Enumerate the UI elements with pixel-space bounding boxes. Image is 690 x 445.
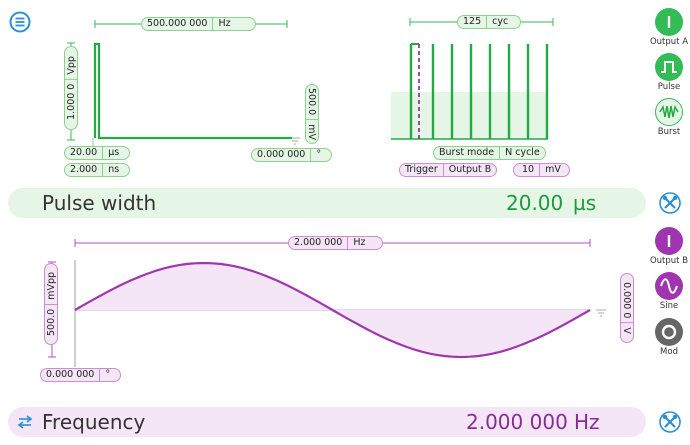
frequency-bar-value[interactable]: 2.000 000	[466, 410, 568, 434]
mod-button[interactable]	[655, 318, 683, 346]
sine-amplitude-field[interactable]: 500.0 mVpp	[44, 263, 58, 345]
sine-offset-unit: V	[621, 327, 633, 334]
sine-wave-label: Sine	[659, 301, 679, 311]
sine-amplitude-value: 500.0	[45, 308, 57, 337]
sine-offset-value: 0.000 0	[621, 282, 633, 319]
frequency-bar-unit: Hz	[574, 410, 600, 434]
sine-amplitude-unit: mVpp	[45, 271, 57, 300]
sine-offset-field[interactable]: 0.000 0 V	[620, 273, 634, 343]
tools-icon	[659, 411, 681, 433]
sine-wave-icon	[660, 278, 678, 294]
sine-phase-field[interactable]: 0.000 000 °	[40, 368, 122, 382]
output-b-toggle[interactable]	[655, 227, 683, 255]
mod-label: Mod	[660, 347, 678, 357]
frequency-bar[interactable]: Frequency 2.000 000 Hz	[8, 407, 646, 437]
output-b-label: Output B	[649, 256, 689, 266]
mod-icon	[661, 324, 677, 340]
sine-phase-unit: °	[105, 369, 111, 380]
frequency-unit: Hz	[353, 237, 366, 248]
sine-phase-value: 0.000 000	[46, 369, 95, 380]
frequency-value: 2.000 000	[294, 237, 343, 248]
power-icon	[667, 235, 671, 247]
settings-button-b[interactable]	[659, 411, 681, 433]
frequency-label: Frequency	[42, 410, 146, 434]
sine-wave-button[interactable]	[655, 272, 683, 300]
frequency-field[interactable]: 2.000 000 Hz	[288, 236, 383, 250]
swap-icon[interactable]	[17, 415, 33, 429]
